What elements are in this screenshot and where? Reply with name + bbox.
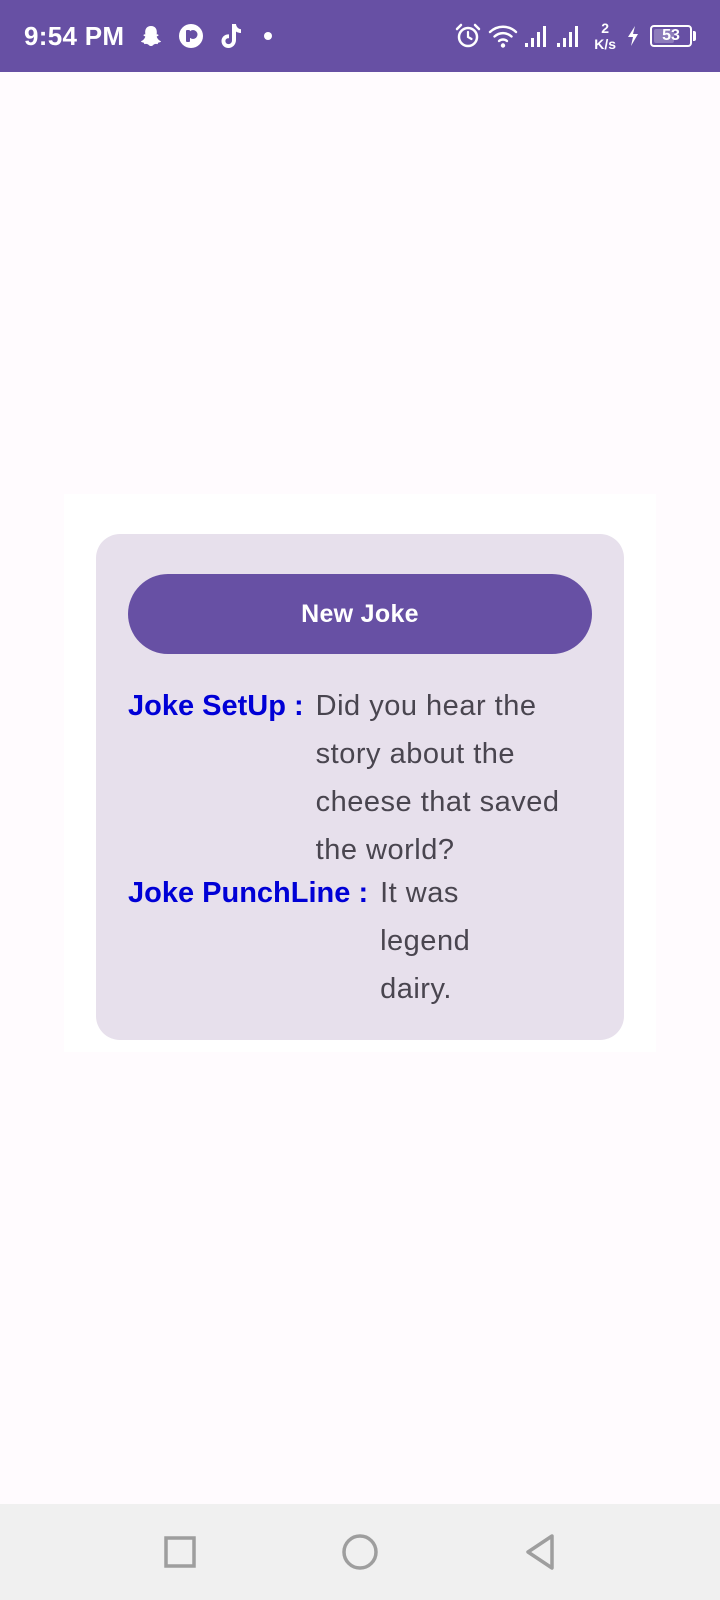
p-app-icon: [178, 23, 204, 49]
status-bar-right: 2 K/s 53: [454, 20, 696, 52]
snapchat-icon: [138, 23, 164, 49]
recents-icon[interactable]: [160, 1532, 200, 1572]
wifi-icon: [488, 23, 518, 49]
back-icon[interactable]: [520, 1532, 560, 1572]
joke-punchline-label: Joke PunchLine :: [128, 877, 369, 909]
joke-setup-text: Did you hear the story about the cheese …: [315, 690, 560, 866]
joke-setup-row: Joke SetUp : Did you hear the story abou…: [128, 682, 580, 874]
tiktok-icon: [218, 22, 244, 50]
home-icon[interactable]: [340, 1532, 380, 1572]
notification-dot: [264, 32, 273, 40]
joke-setup-label: Joke SetUp :: [128, 690, 304, 722]
network-speed-unit: K/s: [594, 36, 616, 52]
battery-icon: 53: [650, 25, 692, 47]
alarm-icon: [454, 22, 482, 50]
status-bar: 9:54 PM 2 K/s 53: [0, 0, 720, 72]
network-speed: 2 K/s: [594, 20, 616, 52]
new-joke-button[interactable]: New Joke: [128, 574, 592, 654]
status-bar-left: 9:54 PM: [24, 20, 273, 52]
network-speed-value: 2: [601, 20, 609, 36]
signal-icon: [556, 23, 582, 49]
status-time: 9:54 PM: [24, 20, 125, 51]
joke-punchline-text: It was legend dairy.: [380, 877, 471, 1005]
signal-icon: [524, 23, 550, 49]
joke-punchline-row: Joke PunchLine : It was legend dairy.: [128, 869, 492, 1013]
navigation-bar: [0, 1504, 720, 1600]
charging-icon: [626, 25, 640, 47]
joke-card: New Joke Joke SetUp : Did you hear the s…: [96, 534, 624, 1040]
battery-tip: [693, 31, 696, 41]
battery-level: 53: [662, 27, 680, 44]
